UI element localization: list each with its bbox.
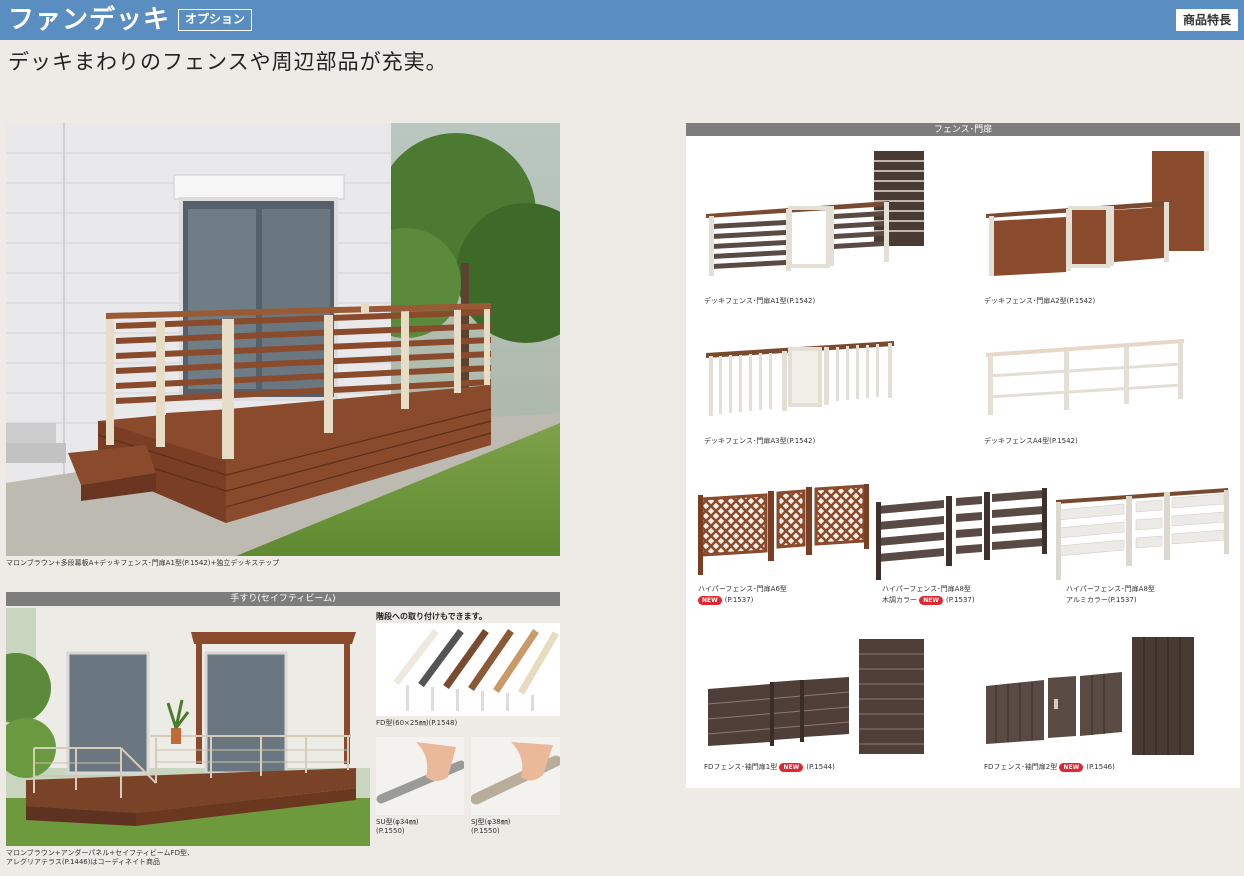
- fence-hyper-a8-wood-page: 木調カラー NEW (P.1537): [882, 596, 975, 605]
- sj-page-ref: (P.1550): [471, 827, 500, 835]
- fence-hyper-a8-wood-caption: ハイパーフェンス･門扉A8型: [882, 585, 971, 593]
- fd-rail-sample: [376, 623, 560, 716]
- fence-a3-image: [706, 341, 894, 416]
- fence-hyper-a6-image: [698, 484, 869, 575]
- feature-tag[interactable]: 商品特長: [1175, 9, 1238, 31]
- fence-a2-image: [986, 151, 1209, 276]
- fence-a2-caption: デッキフェンス･門扉A2型(P.1542): [984, 297, 1096, 305]
- new-badge: NEW: [698, 596, 722, 605]
- main-deck-photo: [6, 123, 560, 556]
- stair-install-note: 階段への取り付けもできます。: [376, 612, 487, 621]
- page-subtitle: デッキまわりのフェンスや周辺部品が充実。: [8, 50, 448, 74]
- fence-a4-image: [986, 339, 1184, 415]
- page-header: ファンデッキ オプション 商品特長: [0, 0, 1244, 40]
- fence-a1-caption: デッキフェンス･門扉A1型(P.1542): [704, 297, 816, 305]
- handrail-photo-caption-2: アレグリアテラス(P.1446)はコーディネイト商品: [6, 858, 161, 866]
- main-photo-caption: マロンブラウン+多段幕板A+デッキフェンス･門扉A1型(P.1542)+独立デッ…: [6, 559, 280, 567]
- su-caption: SU型(φ34㎜): [376, 818, 419, 826]
- handrail-section-header: 手すり(セイフティビーム): [6, 592, 560, 606]
- sj-rail-sample: [471, 737, 560, 815]
- fence-hyper-a8-alu-page: アルミカラー(P.1537): [1066, 596, 1137, 604]
- sj-caption: SJ型(φ38㎜): [471, 818, 511, 826]
- su-rail-sample: [376, 737, 464, 815]
- fence-catalog-panel: デッキフェンス･門扉A1型(P.1542) デッキフェンス･門扉A2型(P.15…: [686, 136, 1240, 788]
- fence-a4-caption: デッキフェンスA4型(P.1542): [984, 437, 1078, 445]
- new-badge: NEW: [919, 596, 943, 605]
- fence-fd1-caption: FDフェンス･袖門扉1型 NEW (P.1544): [704, 763, 835, 772]
- fence-hyper-a8-alu-image: [1056, 488, 1229, 580]
- fence-section-header: フェンス･門扉: [686, 123, 1240, 137]
- su-page-ref: (P.1550): [376, 827, 405, 835]
- fence-hyper-a6-caption: ハイパーフェンス･門扉A6型: [698, 585, 787, 593]
- fence-hyper-a8-alu-caption: ハイパーフェンス･門扉A8型: [1066, 585, 1155, 593]
- fence-fd2-image: [986, 637, 1194, 755]
- fence-fd2-caption: FDフェンス･袖門扉2型 NEW (P.1546): [984, 763, 1115, 772]
- fd-caption: FD型(60×25㎜)(P.1548): [376, 719, 458, 727]
- fence-a3-caption: デッキフェンス･門扉A3型(P.1542): [704, 437, 816, 445]
- new-badge: NEW: [779, 763, 804, 772]
- fence-fd1-image: [707, 639, 924, 754]
- new-badge: NEW: [1059, 763, 1084, 772]
- fence-hyper-a8-wood-image: [876, 488, 1047, 580]
- fence-hyper-a6-page: NEW (P.1537): [698, 595, 753, 606]
- handrail-photo-caption-1: マロンブラウン+アンダーパネル+セイフティビームFD型、: [6, 849, 194, 857]
- option-badge: オプション: [178, 9, 253, 31]
- fence-a1-image: [706, 151, 924, 276]
- handrail-deck-photo: [6, 608, 370, 846]
- page-title: ファンデッキ: [8, 5, 171, 35]
